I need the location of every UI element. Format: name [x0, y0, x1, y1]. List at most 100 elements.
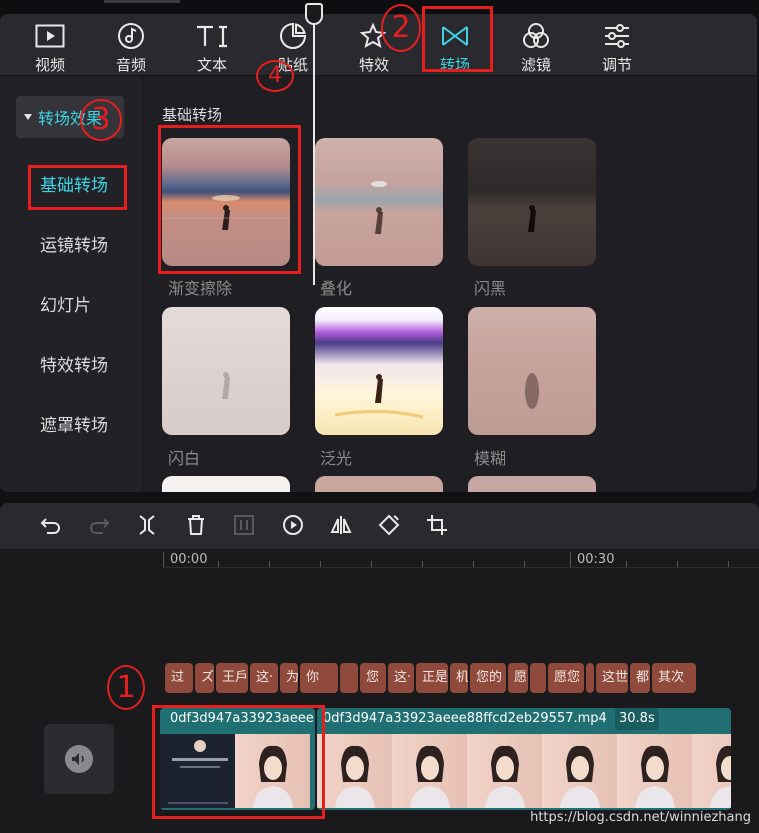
subtitle-clip[interactable]: 为 — [280, 663, 298, 693]
text-icon — [195, 21, 229, 51]
clip-name: 0df3d947a33923aeee88ffcd2eb29557.mp4 — [323, 711, 607, 726]
playhead-line[interactable] — [313, 5, 315, 285]
subtitle-clip[interactable] — [586, 663, 594, 693]
subtitle-clip[interactable] — [530, 663, 546, 693]
ruler-tick — [728, 561, 729, 567]
annotation-box-transition-tab — [422, 6, 493, 72]
subtitle-clip[interactable]: 这· — [388, 663, 414, 693]
thumbnail-image — [334, 374, 424, 419]
tile-label: 渐变擦除 — [168, 279, 233, 298]
transition-tile-flash-black[interactable] — [468, 138, 596, 266]
category-bar: 视频 音频 文本 贴纸 特效 转场 滤镜 调节 — [0, 14, 757, 76]
annotation-number-1: 1 — [107, 665, 145, 710]
filter-icon — [519, 21, 553, 51]
ruler-tick — [320, 561, 321, 567]
tile-label: 闪黑 — [474, 279, 507, 298]
subtitle-clip[interactable]: 过 — [165, 663, 193, 693]
transition-tile-blur[interactable] — [468, 307, 596, 435]
category-label: 滤镜 — [520, 56, 551, 74]
transition-tile-dissolve[interactable] — [315, 138, 443, 266]
subtitle-clip[interactable]: 你 — [300, 663, 338, 693]
playhead-handle[interactable] — [305, 3, 323, 25]
ruler-tick — [163, 552, 164, 567]
music-icon — [114, 21, 148, 51]
category-filter[interactable]: 滤镜 — [500, 14, 572, 76]
redo-icon[interactable] — [86, 512, 112, 538]
transition-tile-partial[interactable] — [468, 476, 596, 492]
top-nub — [104, 0, 180, 3]
watermark-text: https://blog.csdn.net/winniezhang — [530, 810, 751, 825]
transition-tile-partial[interactable] — [315, 476, 443, 492]
delete-icon[interactable] — [183, 512, 209, 538]
video-frame — [317, 734, 392, 808]
caret-down-icon — [24, 114, 32, 120]
category-video[interactable]: 视频 — [14, 14, 86, 76]
video-frame — [692, 734, 731, 808]
adjust-icon — [600, 21, 634, 51]
transition-tile-flash-white[interactable] — [162, 307, 290, 435]
undo-icon[interactable] — [38, 512, 64, 538]
ruler-tick — [524, 561, 525, 567]
subtitle-clip[interactable]: 其次 — [652, 663, 696, 693]
subtitle-clip[interactable] — [340, 663, 358, 693]
subtitle-clip[interactable]: 愿 — [508, 663, 528, 693]
transition-tile-partial[interactable] — [162, 476, 290, 492]
category-label: 调节 — [601, 56, 632, 74]
subtitle-clip[interactable]: 您的 — [470, 663, 506, 693]
annotation-box-tile — [158, 125, 301, 274]
window-top-strip — [0, 0, 759, 14]
thumbnail-image — [222, 372, 230, 399]
ruler-tick — [626, 561, 627, 567]
clip-frames — [317, 734, 731, 808]
category-adjust[interactable]: 调节 — [581, 14, 653, 76]
subtitle-clip[interactable]: 机 — [450, 663, 468, 693]
video-icon — [33, 21, 67, 51]
ruler-label-30: 00:30 — [577, 552, 615, 567]
tile-label: 闪白 — [168, 449, 201, 468]
category-label: 视频 — [34, 56, 65, 74]
annotation-number-2: 2 — [381, 4, 421, 52]
freeze-icon[interactable] — [231, 512, 257, 538]
mirror-icon[interactable] — [328, 512, 354, 538]
subtitle-clip[interactable]: 这世 — [596, 663, 628, 693]
category-audio[interactable]: 音频 — [95, 14, 167, 76]
transition-tile-glow[interactable] — [315, 307, 443, 435]
annotation-number-3: 3 — [80, 99, 122, 141]
reverse-play-icon[interactable] — [280, 512, 306, 538]
video-clip-2[interactable]: 0df3d947a33923aeee88ffcd2eb29557.mp4 30.… — [317, 708, 731, 810]
resource-panel: 视频 音频 文本 贴纸 特效 转场 滤镜 调节 转场效果 基础转场 运镜转场 幻… — [0, 14, 757, 492]
tile-label: 叠化 — [320, 279, 353, 298]
speaker-icon — [65, 745, 93, 773]
subtitle-clip[interactable]: ズ — [195, 663, 214, 693]
tile-label: 泛光 — [320, 449, 353, 468]
tile-label: 模糊 — [474, 449, 507, 468]
rotate-icon[interactable] — [376, 512, 402, 538]
category-label: 音频 — [115, 56, 146, 74]
ruler-label-start: 00:00 — [170, 552, 208, 567]
edit-toolbar — [0, 503, 759, 549]
crop-icon[interactable] — [424, 512, 450, 538]
time-ruler[interactable] — [163, 567, 759, 568]
sidebar-item-mask[interactable]: 遮罩转场 — [40, 411, 108, 436]
sidebar-item-slideshow[interactable]: 幻灯片 — [40, 291, 91, 316]
subtitle-clip[interactable]: 您 — [360, 663, 386, 693]
thumbnail-image — [371, 181, 387, 234]
subtitle-clip[interactable]: 正是 — [416, 663, 448, 693]
annotation-box-clip — [152, 705, 325, 819]
ruler-tick — [677, 561, 678, 567]
annotation-box-basic-transition — [28, 165, 127, 210]
category-text[interactable]: 文本 — [176, 14, 248, 76]
subtitle-clip[interactable]: 这· — [250, 663, 278, 693]
subtitle-clip[interactable]: 都 — [630, 663, 650, 693]
video-frame — [617, 734, 692, 808]
clip-duration: 30.8s — [615, 708, 659, 730]
section-title: 基础转场 — [162, 106, 223, 124]
sidebar-item-effect[interactable]: 特效转场 — [40, 351, 108, 376]
video-frame — [542, 734, 617, 808]
subtitle-clip[interactable]: 愿您 — [548, 663, 584, 693]
ruler-tick — [218, 561, 219, 567]
subtitle-clip[interactable]: 王戶 — [216, 663, 248, 693]
sidebar-item-camera[interactable]: 运镜转场 — [40, 231, 108, 256]
track-volume-button[interactable] — [44, 724, 114, 794]
split-icon[interactable] — [134, 512, 160, 538]
